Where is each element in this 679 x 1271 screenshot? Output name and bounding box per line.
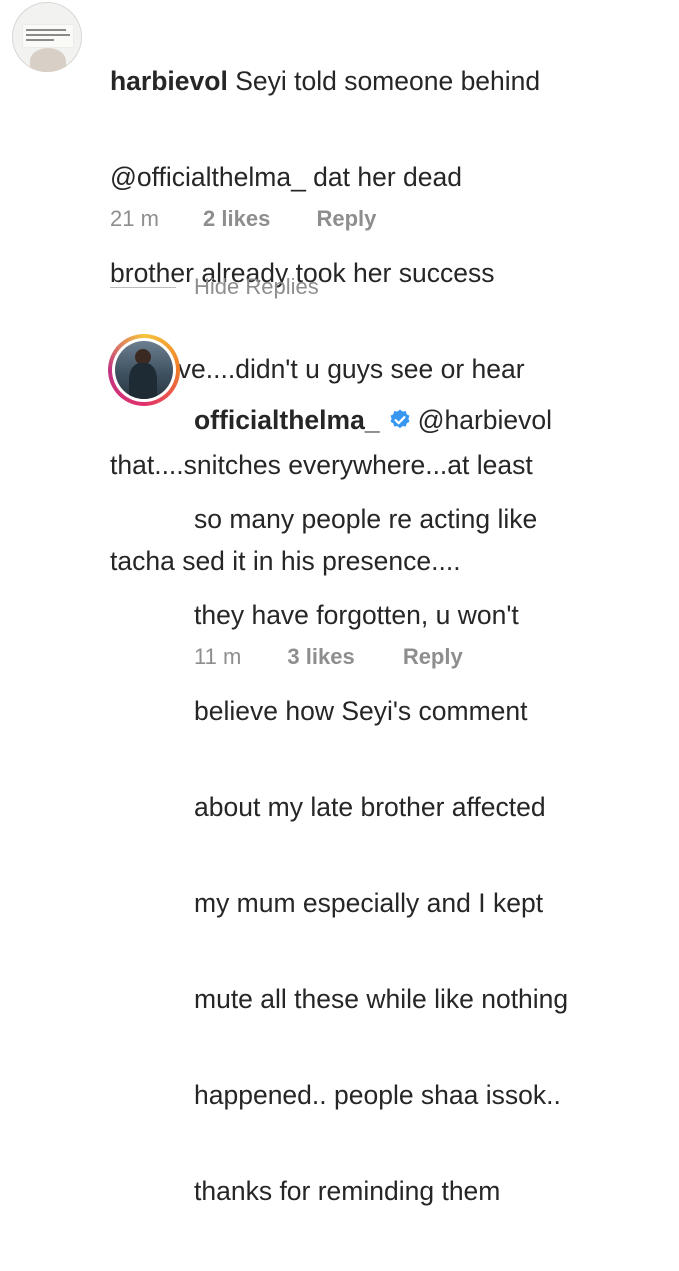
reply-avatar[interactable] <box>108 334 180 406</box>
comment-reply-button[interactable]: Reply <box>316 206 376 232</box>
reply-username[interactable]: officialthelma_ <box>194 405 380 435</box>
reply-mention[interactable]: @harbievol <box>418 405 552 435</box>
comment-likes-button[interactable]: 2 likes <box>203 206 270 232</box>
comment-username[interactable]: harbievol <box>110 66 228 96</box>
reply-line: so many people re acting like <box>194 504 538 534</box>
comment-line[interactable]: @officialthelma_ dat her dead <box>110 161 650 193</box>
quote-line <box>26 39 54 41</box>
reply-line: believe how Seyi's comment <box>194 696 528 726</box>
hide-replies-button[interactable]: Hide Replies <box>110 272 319 302</box>
avatar-figure-body <box>129 363 157 399</box>
quote-line <box>26 34 70 36</box>
reply-reply-button[interactable]: Reply <box>403 644 463 670</box>
commenter-avatar[interactable] <box>12 2 82 72</box>
avatar-hand-shape <box>30 48 66 72</box>
reply-header-line: officialthelma_ @harbievol <box>194 404 664 439</box>
hide-replies-divider <box>110 286 176 288</box>
comment-line-text: Seyi told someone behind <box>227 66 541 96</box>
reply-line: about my late brother affected <box>194 792 546 822</box>
reply-line: my mum especially and I kept <box>194 888 544 918</box>
reply-meta: 11 m 3 likes Reply <box>194 644 463 670</box>
reply-line: mute all these while like nothing <box>194 984 569 1014</box>
reply-timestamp: 11 m <box>194 644 242 669</box>
reply-line: thanks for reminding them <box>194 1176 501 1206</box>
comment-line: harbievol Seyi told someone behind <box>110 65 650 97</box>
avatar-quote-image <box>22 24 74 48</box>
reply-line: happened.. people shaa issok.. <box>194 1080 561 1110</box>
comment-timestamp: 21 m <box>110 206 159 231</box>
comment-meta: 21 m 2 likes Reply <box>110 206 376 232</box>
verified-badge-icon <box>388 407 412 439</box>
hide-replies-label: Hide Replies <box>194 274 319 299</box>
reply-likes-button[interactable]: 3 likes <box>287 644 354 670</box>
reply-line: they have forgotten, u won't <box>194 600 519 630</box>
avatar-photo <box>115 341 173 399</box>
reply-text: officialthelma_ @harbievol so many people… <box>194 340 664 1271</box>
quote-line <box>26 29 66 31</box>
